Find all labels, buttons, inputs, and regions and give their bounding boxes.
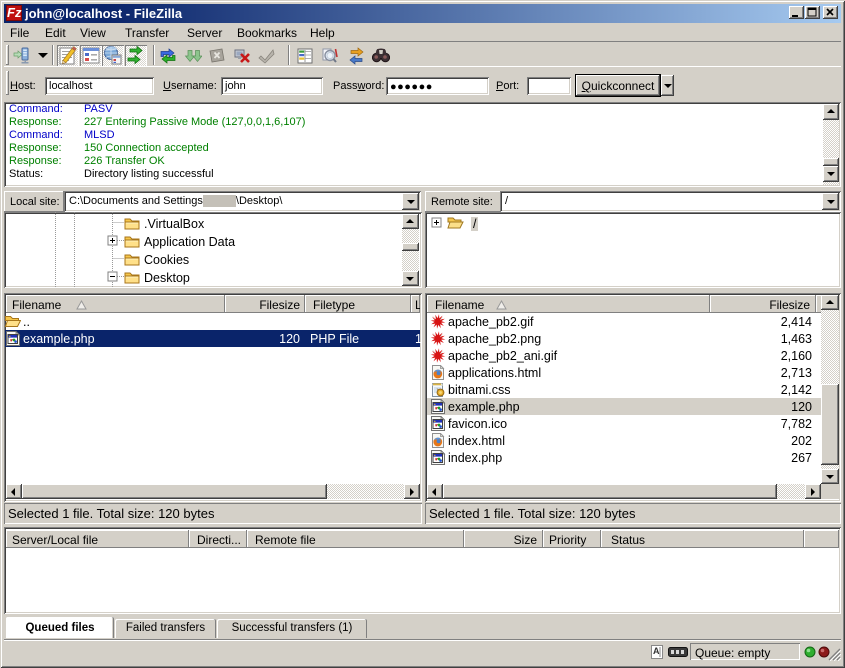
svg-text:A: A bbox=[653, 646, 660, 656]
